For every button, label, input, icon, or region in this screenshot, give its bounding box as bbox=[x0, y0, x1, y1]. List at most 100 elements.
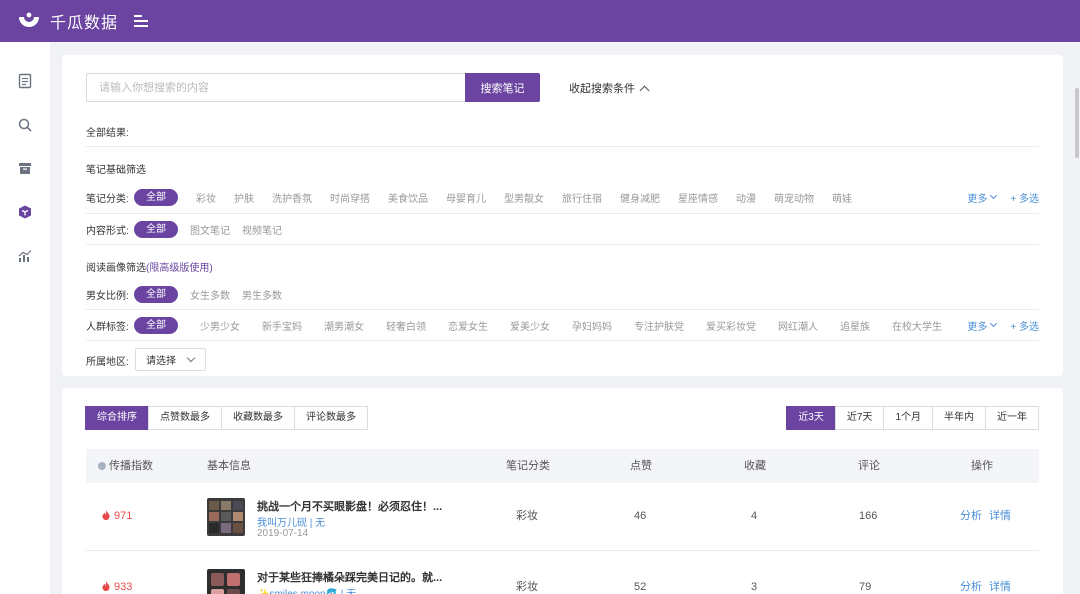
header-collects: 收藏 bbox=[744, 460, 766, 472]
search-icon[interactable] bbox=[17, 117, 33, 133]
gender-option[interactable]: 女生多数 bbox=[190, 287, 230, 302]
category-option[interactable]: 萌娃 bbox=[832, 190, 852, 205]
detail-link[interactable]: 详情 bbox=[989, 580, 1011, 594]
format-filter-row: 内容形式: 全部 图文笔记 视频笔记 bbox=[86, 220, 1039, 238]
analyze-link[interactable]: 分析 bbox=[960, 509, 982, 523]
divider bbox=[86, 146, 1039, 147]
search-input[interactable] bbox=[86, 73, 466, 102]
crowd-option[interactable]: 少男少女 bbox=[200, 318, 240, 333]
top-bar: 千瓜数据 bbox=[0, 0, 1080, 42]
chart-icon[interactable] bbox=[17, 248, 33, 264]
note-collects: 4 bbox=[751, 510, 758, 522]
category-more-link[interactable]: 更多 bbox=[967, 190, 998, 205]
crowd-option[interactable]: 追星族 bbox=[840, 318, 870, 333]
category-multi-select[interactable]: + 多选 bbox=[1010, 190, 1039, 205]
note-comments: 166 bbox=[859, 510, 878, 522]
category-option[interactable]: 型男靓女 bbox=[504, 190, 544, 205]
note-likes: 46 bbox=[634, 510, 647, 522]
collapse-filters-link[interactable]: 收起搜索条件 bbox=[569, 80, 650, 96]
time-range-tab[interactable]: 近一年 bbox=[985, 406, 1039, 430]
chevron-down-icon bbox=[186, 353, 196, 363]
category-label: 笔记分类: bbox=[86, 193, 129, 205]
gender-option[interactable]: 男生多数 bbox=[242, 287, 282, 302]
table-row: 933 对于某些狂捧橘朵踩完美日记的。就... ✨smiles moon🐬 | … bbox=[86, 556, 1039, 594]
note-thumbnail[interactable] bbox=[207, 569, 245, 594]
format-option-all[interactable]: 全部 bbox=[134, 220, 178, 238]
crowd-more-link[interactable]: 更多 bbox=[967, 318, 998, 333]
time-range-tab[interactable]: 半年内 bbox=[932, 406, 986, 430]
time-range-tab[interactable]: 1个月 bbox=[883, 406, 933, 430]
note-title[interactable]: 挑战一个月不买眼影盘！必须忍住！... bbox=[257, 498, 442, 514]
category-option-all[interactable]: 全部 bbox=[134, 188, 178, 206]
header-comments: 评论 bbox=[858, 460, 880, 472]
advanced-only-note: (限高级版使用) bbox=[146, 263, 213, 274]
crowd-option[interactable]: 轻奢白领 bbox=[386, 318, 426, 333]
time-range-tab[interactable]: 近3天 bbox=[786, 406, 836, 430]
results-label: 全部结果: bbox=[86, 128, 129, 139]
note-author[interactable]: 我叫万儿砚 | 无 bbox=[257, 514, 325, 529]
brand-name: 千瓜数据 bbox=[50, 15, 119, 32]
analyze-link[interactable]: 分析 bbox=[960, 580, 982, 594]
reader-filter-title: 阅读画像筛选(限高级版使用) bbox=[86, 263, 213, 274]
crowd-option[interactable]: 新手宝妈 bbox=[262, 318, 302, 333]
format-option[interactable]: 视频笔记 bbox=[242, 222, 282, 237]
divider bbox=[86, 309, 1039, 310]
header-likes: 点赞 bbox=[630, 460, 652, 472]
sort-tab[interactable]: 收藏数最多 bbox=[221, 406, 295, 430]
crowd-option-all[interactable]: 全部 bbox=[134, 316, 178, 334]
crowd-option[interactable]: 潮男潮女 bbox=[324, 318, 364, 333]
filter-panel: 搜索笔记 收起搜索条件 全部结果: 笔记基础筛选 笔记分类: 全部 彩妆 护肤 洗护… bbox=[62, 55, 1063, 376]
category-option[interactable]: 健身减肥 bbox=[620, 190, 660, 205]
crowd-option[interactable]: 专注护肤党 bbox=[634, 318, 684, 333]
time-range-tab[interactable]: 近7天 bbox=[834, 406, 885, 430]
table-header: 传播指数 基本信息 笔记分类 点赞 收藏 评论 操作 bbox=[86, 449, 1039, 483]
region-select[interactable]: 请选择 bbox=[135, 348, 206, 371]
format-option[interactable]: 图文笔记 bbox=[190, 222, 230, 237]
category-option[interactable]: 时尚穿搭 bbox=[330, 190, 370, 205]
category-option[interactable]: 旅行住宿 bbox=[562, 190, 602, 205]
results-panel: 综合排序 点赞数最多 收藏数最多 评论数最多 近3天 近7天 1个月 半年内 近一年 传播指数… bbox=[62, 388, 1063, 594]
crowd-option[interactable]: 孕妇妈妈 bbox=[572, 318, 612, 333]
category-option[interactable]: 洗护香氛 bbox=[272, 190, 312, 205]
time-range-tabs: 近3天 近7天 1个月 半年内 近一年 bbox=[786, 406, 1039, 430]
gender-filter-row: 男女比例: 全部 女生多数 男生多数 bbox=[86, 285, 1039, 303]
note-date: 2019-07-14 bbox=[257, 528, 309, 539]
crowd-option[interactable]: 在校大学生 bbox=[892, 318, 942, 333]
crowd-option[interactable]: 爱美少女 bbox=[510, 318, 550, 333]
category-option[interactable]: 萌宠动物 bbox=[774, 190, 814, 205]
note-thumbnail[interactable] bbox=[207, 498, 245, 536]
gender-option-all[interactable]: 全部 bbox=[134, 285, 178, 303]
sort-tab[interactable]: 综合排序 bbox=[85, 406, 149, 430]
archive-icon[interactable] bbox=[17, 160, 33, 176]
sort-tab[interactable]: 评论数最多 bbox=[294, 406, 368, 430]
crowd-option[interactable]: 恋爱女生 bbox=[448, 318, 488, 333]
menu-toggle-icon[interactable] bbox=[134, 15, 149, 27]
note-category: 彩妆 bbox=[516, 510, 538, 522]
scrollbar-thumb[interactable] bbox=[1075, 88, 1079, 158]
crowd-filter-row: 人群标签: 全部 少男少女 新手宝妈 潮男潮女 轻奢白领 恋爱女生 爱美少女 孕妇妈妈 专注护… bbox=[86, 316, 1039, 334]
collapse-filters-label: 收起搜索条件 bbox=[569, 83, 635, 95]
page-scrollbar[interactable] bbox=[1074, 42, 1080, 594]
crowd-multi-select[interactable]: + 多选 bbox=[1010, 318, 1039, 333]
format-label: 内容形式: bbox=[86, 225, 129, 237]
category-filter-row: 笔记分类: 全部 彩妆 护肤 洗护香氛 时尚穿搭 美食饮品 母婴育儿 型男靓女 旅行住宿 健身减… bbox=[86, 188, 1039, 206]
category-option[interactable]: 动漫 bbox=[736, 190, 756, 205]
document-icon[interactable] bbox=[17, 73, 33, 89]
detail-link[interactable]: 详情 bbox=[989, 509, 1011, 523]
category-option[interactable]: 母婴育儿 bbox=[446, 190, 486, 205]
category-option[interactable]: 护肤 bbox=[234, 190, 254, 205]
category-option[interactable]: 美食饮品 bbox=[388, 190, 428, 205]
search-notes-button[interactable]: 搜索笔记 bbox=[465, 73, 540, 102]
note-likes: 52 bbox=[634, 581, 647, 593]
fire-icon bbox=[102, 581, 110, 591]
sidebar bbox=[0, 42, 50, 594]
category-option[interactable]: 彩妆 bbox=[196, 190, 216, 205]
category-option[interactable]: 星座情感 bbox=[678, 190, 718, 205]
cube-icon[interactable] bbox=[17, 204, 33, 220]
header-actions: 操作 bbox=[971, 460, 993, 472]
note-title[interactable]: 对于某些狂捧橘朵踩完美日记的。就... bbox=[257, 569, 442, 585]
crowd-option[interactable]: 爱买彩妆党 bbox=[706, 318, 756, 333]
crowd-option[interactable]: 网红潮人 bbox=[778, 318, 818, 333]
note-author[interactable]: ✨smiles moon🐬 | 无 bbox=[257, 585, 356, 594]
sort-tab[interactable]: 点赞数最多 bbox=[148, 406, 222, 430]
